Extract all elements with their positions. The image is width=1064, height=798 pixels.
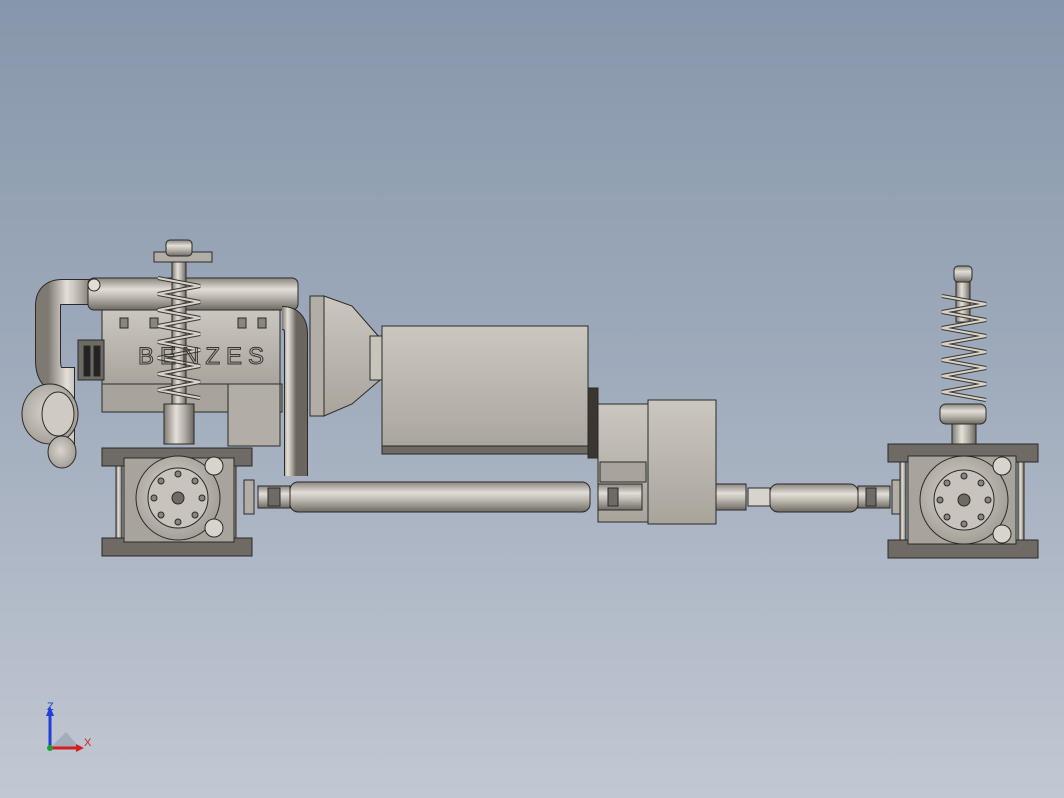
drive-train (243, 295, 903, 525)
engraving-text: BENZES (138, 343, 270, 370)
left-wheel-assembly (21, 239, 308, 557)
cad-viewport[interactable]: BENZES Z X (0, 0, 1064, 798)
x-axis-label: X (84, 737, 92, 749)
right-wheel-assembly (887, 265, 1039, 559)
assembly-drawing[interactable]: BENZES Z X (0, 0, 1064, 798)
z-axis-label: Z (47, 701, 54, 713)
orientation-triad[interactable]: Z X (46, 701, 92, 752)
